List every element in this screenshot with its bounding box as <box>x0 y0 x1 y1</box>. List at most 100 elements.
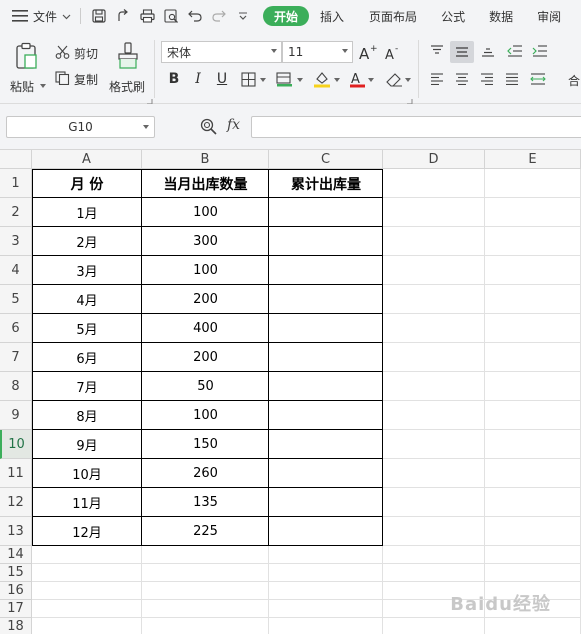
table-cell[interactable]: 225 <box>142 517 269 546</box>
select-all-corner[interactable] <box>0 150 32 169</box>
column-header[interactable]: A <box>32 150 142 169</box>
print-preview-icon[interactable] <box>161 6 181 26</box>
table-cell[interactable] <box>269 227 383 256</box>
table-cell[interactable]: 135 <box>142 488 269 517</box>
align-middle-icon[interactable] <box>450 41 474 63</box>
fill-color-icon[interactable] <box>312 69 332 89</box>
save-icon[interactable] <box>89 6 109 26</box>
table-cell[interactable] <box>269 401 383 430</box>
redo-icon[interactable] <box>209 6 229 26</box>
align-right-icon[interactable] <box>477 69 497 89</box>
row-header[interactable]: 11 <box>0 459 32 488</box>
tab-home[interactable]: 开始 <box>263 6 310 26</box>
more-chevron-icon[interactable] <box>233 6 253 26</box>
cut-button[interactable]: 剪切 <box>55 44 105 62</box>
caret-down-icon[interactable] <box>260 78 266 82</box>
table-cell[interactable]: 50 <box>142 372 269 401</box>
zoom-search-icon[interactable] <box>200 118 217 138</box>
row-header[interactable]: 6 <box>0 314 32 343</box>
file-menu[interactable]: 文件 <box>10 0 71 32</box>
column-header[interactable]: B <box>142 150 269 169</box>
row-header[interactable]: 14 <box>0 546 32 564</box>
print-icon[interactable] <box>137 6 157 26</box>
distributed-align-icon[interactable] <box>528 69 548 89</box>
tab-page-layout[interactable]: 页面布局 <box>357 0 429 32</box>
clear-format-icon[interactable] <box>384 69 404 89</box>
align-top-icon[interactable] <box>427 41 447 61</box>
name-box[interactable]: G10 <box>6 116 155 138</box>
row-header[interactable]: 15 <box>0 564 32 582</box>
increase-font-size-icon[interactable]: A + <box>358 42 378 62</box>
table-cell[interactable]: 12月 <box>32 517 142 546</box>
header-cell[interactable]: 月 份 <box>32 169 142 198</box>
column-header[interactable]: C <box>269 150 383 169</box>
table-cell[interactable] <box>269 314 383 343</box>
table-cell[interactable]: 400 <box>142 314 269 343</box>
table-cell[interactable]: 150 <box>142 430 269 459</box>
column-header[interactable]: E <box>485 150 581 169</box>
table-cell[interactable]: 260 <box>142 459 269 488</box>
table-cell[interactable]: 11月 <box>32 488 142 517</box>
table-cell[interactable]: 300 <box>142 227 269 256</box>
decrease-font-size-icon[interactable]: A- <box>384 42 404 62</box>
table-cell[interactable]: 200 <box>142 343 269 372</box>
fill-style-icon[interactable] <box>274 69 294 89</box>
row-header[interactable]: 3 <box>0 227 32 256</box>
table-cell[interactable] <box>269 343 383 372</box>
table-cell[interactable]: 6月 <box>32 343 142 372</box>
column-header[interactable]: D <box>383 150 485 169</box>
caret-down-icon[interactable] <box>368 78 374 82</box>
table-cell[interactable]: 8月 <box>32 401 142 430</box>
table-cell[interactable]: 100 <box>142 198 269 227</box>
row-header[interactable]: 12 <box>0 488 32 517</box>
row-header[interactable]: 9 <box>0 401 32 430</box>
formula-input[interactable] <box>251 116 581 138</box>
caret-down-icon[interactable] <box>334 78 340 82</box>
undo-icon[interactable] <box>185 6 205 26</box>
table-cell[interactable]: 3月 <box>32 256 142 285</box>
copy-button[interactable]: 复制 <box>55 70 105 88</box>
border-icon[interactable] <box>238 69 258 89</box>
align-left-icon[interactable] <box>427 69 447 89</box>
table-cell[interactable] <box>269 372 383 401</box>
row-header[interactable]: 10 <box>0 430 32 459</box>
row-header[interactable]: 18 <box>0 618 32 634</box>
row-header[interactable]: 7 <box>0 343 32 372</box>
table-cell[interactable]: 5月 <box>32 314 142 343</box>
table-cell[interactable] <box>269 459 383 488</box>
paste-button[interactable]: 粘贴 <box>8 38 46 98</box>
table-cell[interactable]: 4月 <box>32 285 142 314</box>
tab-data[interactable]: 数据 <box>477 0 525 32</box>
align-bottom-icon[interactable] <box>478 41 498 61</box>
table-cell[interactable]: 7月 <box>32 372 142 401</box>
table-cell[interactable] <box>269 285 383 314</box>
tab-review[interactable]: 审阅 <box>525 0 561 32</box>
row-header[interactable]: 13 <box>0 517 32 546</box>
header-cell[interactable]: 累计出库量 <box>269 169 383 198</box>
format-painter-button[interactable]: 格式刷 <box>108 38 148 98</box>
row-header[interactable]: 5 <box>0 285 32 314</box>
table-cell[interactable]: 2月 <box>32 227 142 256</box>
row-header[interactable]: 1 <box>0 169 32 198</box>
table-cell[interactable]: 100 <box>142 256 269 285</box>
row-header[interactable]: 17 <box>0 600 32 618</box>
table-cell[interactable] <box>269 198 383 227</box>
underline-icon[interactable]: U <box>212 69 232 89</box>
table-cell[interactable]: 1月 <box>32 198 142 227</box>
align-center-icon[interactable] <box>452 69 472 89</box>
header-cell[interactable]: 当月出库数量 <box>142 169 269 198</box>
caret-down-icon[interactable] <box>405 78 411 82</box>
row-header[interactable]: 4 <box>0 256 32 285</box>
italic-icon[interactable]: I <box>188 69 208 89</box>
table-cell[interactable] <box>269 488 383 517</box>
table-cell[interactable]: 9月 <box>32 430 142 459</box>
font-size-combo[interactable]: 11 <box>282 41 353 63</box>
bold-icon[interactable]: B <box>164 69 184 89</box>
tab-insert[interactable]: 插入 <box>315 0 357 32</box>
merge-cells-label[interactable]: 合 <box>568 72 580 89</box>
table-cell[interactable]: 200 <box>142 285 269 314</box>
table-cell[interactable]: 100 <box>142 401 269 430</box>
table-cell[interactable] <box>269 430 383 459</box>
table-cell[interactable] <box>269 256 383 285</box>
table-cell[interactable] <box>269 517 383 546</box>
